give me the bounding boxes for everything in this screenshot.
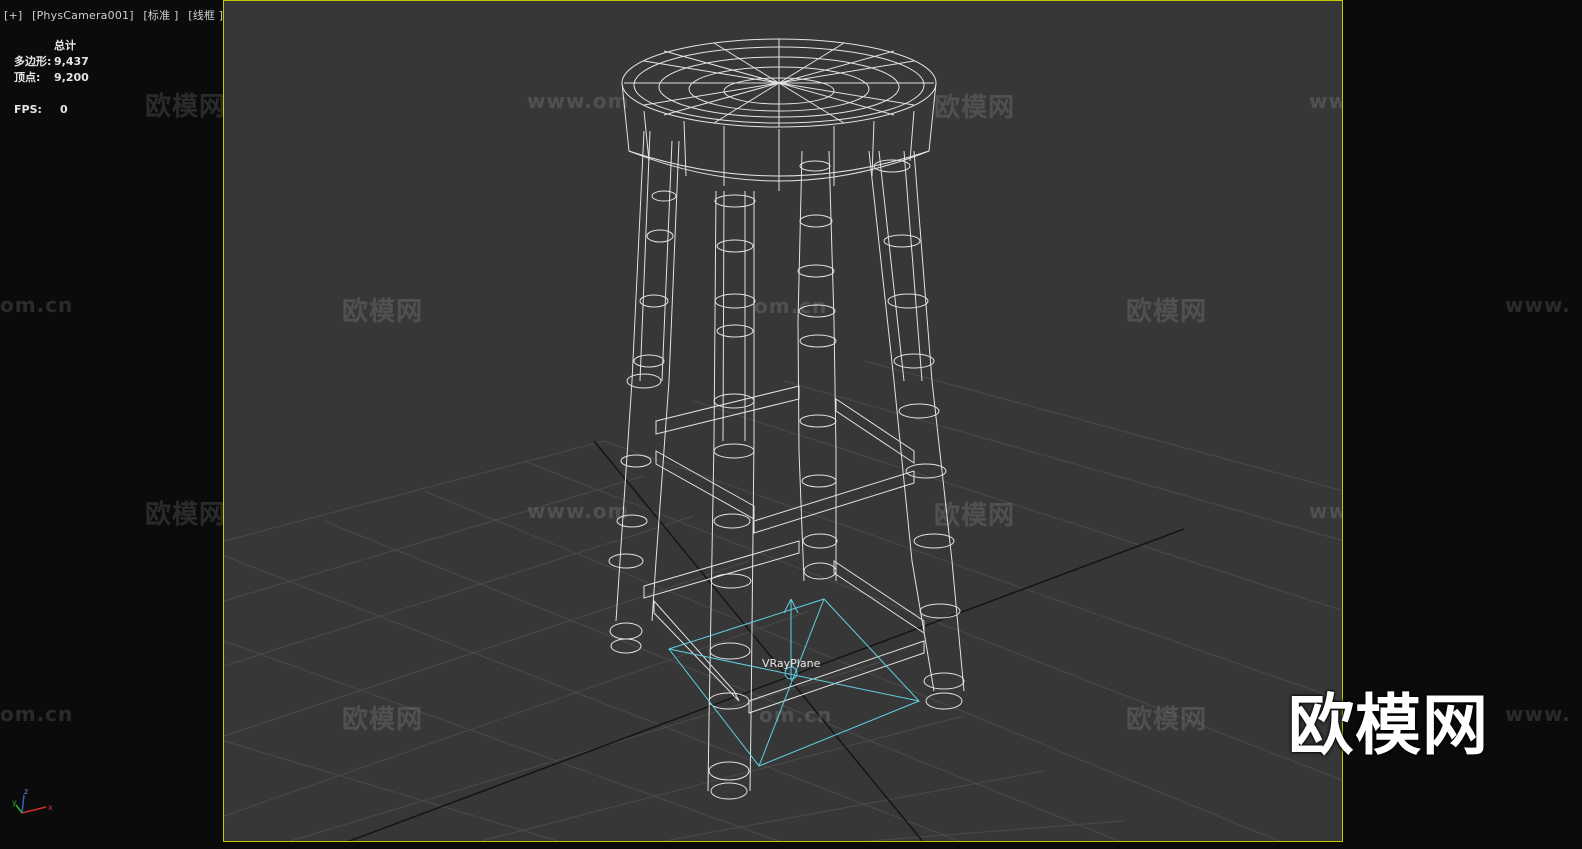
- leg-back-left: [707, 190, 756, 800]
- watermark-url: www.: [1505, 702, 1571, 726]
- ground-grid: [224, 360, 1342, 841]
- stool-wireframe: [608, 38, 965, 800]
- leg-front-left: [608, 130, 680, 654]
- watermark-url: om.cn: [759, 703, 833, 727]
- vray-plane-label[interactable]: VRayPlane: [762, 657, 820, 670]
- stats-fps-label: FPS:: [14, 103, 42, 116]
- watermark-logo: 欧模网: [1126, 705, 1208, 735]
- watermark-logo: 欧模网: [934, 501, 1016, 531]
- viewport-display-mode-menu[interactable]: [线框 ]: [188, 9, 223, 22]
- watermark-logo: 欧模网: [342, 705, 424, 735]
- stats-vertices-value: 9,200: [54, 71, 89, 84]
- watermark-url: www.om.cn: [1309, 499, 1342, 523]
- watermark-url: www.om.cn: [1309, 89, 1342, 113]
- stats-vertices: 顶点: 9,200: [14, 70, 89, 86]
- axis-gizmo: x z y: [12, 787, 53, 814]
- watermark-url: www.om: [527, 499, 630, 523]
- watermark-url: www.: [1505, 293, 1571, 317]
- watermark-logo: 欧模网: [934, 93, 1016, 123]
- stats-polygons-value: 9,437: [54, 55, 89, 68]
- brand-logo: 欧模网: [1288, 687, 1489, 764]
- watermark-logo: 欧模网: [145, 500, 227, 530]
- viewport-camera-menu[interactable]: [PhysCamera001]: [32, 9, 134, 22]
- viewport-shading-menu[interactable]: [标准 ]: [143, 9, 178, 22]
- ground-axes: [347, 440, 1185, 841]
- watermark-url: www.om: [527, 89, 630, 113]
- watermark-url: om.cn: [754, 294, 828, 318]
- watermark-url: om.cn: [0, 293, 74, 317]
- watermark-logo: 欧模网: [1126, 297, 1208, 327]
- viewport-menu-plus[interactable]: [+]: [4, 9, 22, 22]
- stats-title: 总计: [54, 39, 76, 52]
- watermark-logo: 欧模网: [145, 92, 227, 122]
- stats-fps: FPS: 0: [14, 102, 89, 118]
- viewport-label[interactable]: [+] [PhysCamera001] [标准 ] [线框 ]: [4, 7, 229, 23]
- stats-vertices-label: 顶点:: [14, 71, 41, 84]
- watermark-url: om.cn: [0, 702, 74, 726]
- axis-x-label: x: [48, 803, 53, 812]
- watermark-logo: 欧模网: [342, 297, 424, 327]
- stats-polygons-label: 多边形:: [14, 55, 52, 68]
- axis-z-label: z: [24, 787, 28, 796]
- stats-fps-value: 0: [60, 103, 68, 116]
- stats-polygons: 多边形: 9,437: [14, 54, 89, 70]
- axis-y-label: y: [12, 798, 17, 807]
- vray-plane-gizmo: [668, 598, 920, 767]
- camera-viewport[interactable]: www.om 欧模网 www.om.cn 欧模网 om.cn 欧模网 www.o…: [223, 0, 1343, 842]
- scene-statistics: 总计 多边形: 9,437 顶点: 9,200 FPS: 0: [14, 38, 89, 118]
